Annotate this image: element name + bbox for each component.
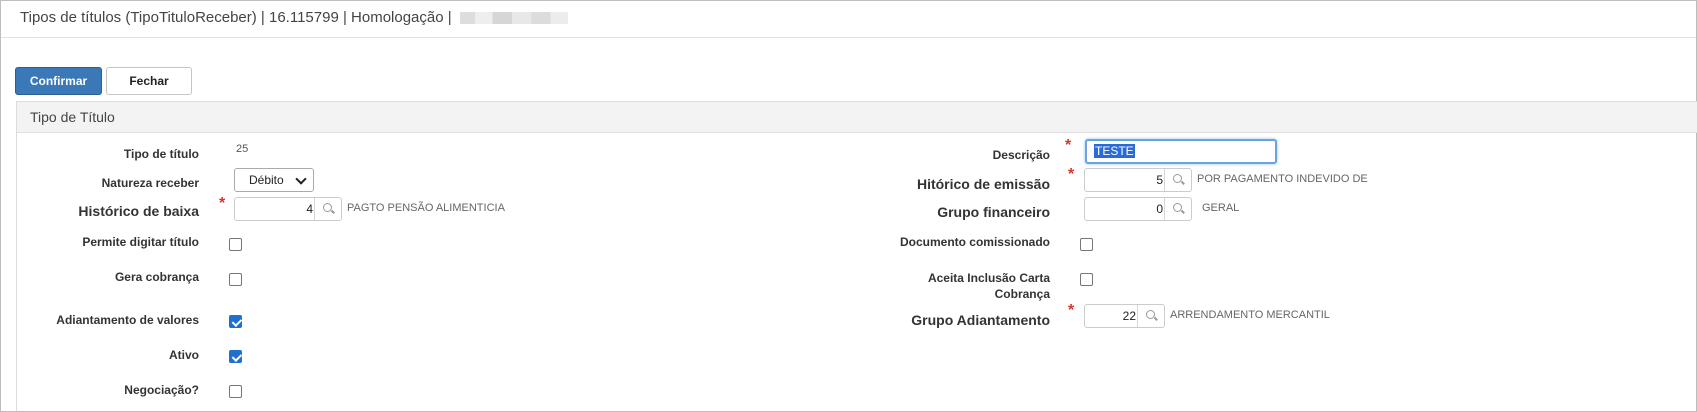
documento-comissionado-checkbox[interactable] — [1080, 238, 1093, 251]
descricao-input[interactable]: TESTE — [1085, 139, 1277, 164]
gera-cobranca-checkbox[interactable] — [229, 273, 242, 286]
close-button[interactable]: Fechar — [106, 67, 192, 95]
natureza-receber-value: Débito — [249, 173, 284, 187]
descricao-value: TESTE — [1094, 144, 1135, 158]
chevron-down-icon — [295, 173, 307, 185]
gera-cobranca-label: Gera cobrança — [114, 270, 199, 284]
aceita-inclusao-label-line1: Aceita Inclusão Carta — [927, 271, 1050, 285]
grupo-financeiro-search-button[interactable] — [1164, 198, 1191, 220]
aceita-inclusao-checkbox[interactable] — [1080, 273, 1093, 286]
tipo-titulo-value: 25 — [236, 143, 249, 155]
aceita-inclusao-label-line2: Cobrança — [994, 287, 1050, 301]
negociacao-label: Negociação? — [124, 383, 199, 397]
historico-emissao-search-button[interactable] — [1164, 169, 1191, 191]
permite-digitar-label: Permite digitar título — [82, 235, 199, 249]
grupo-financeiro-label: Grupo financeiro — [937, 204, 1050, 220]
window-title: Tipos de títulos (TipoTituloReceber) | 1… — [20, 9, 568, 26]
historico-baixa-label: Histórico de baixa — [78, 203, 199, 219]
documento-comissionado-label: Documento comissionado — [899, 235, 1050, 249]
adiantamento-label: Adiantamento de valores — [56, 313, 199, 327]
tipo-titulo-panel: Tipo de Título — [16, 101, 1697, 411]
search-icon — [1173, 203, 1182, 212]
historico-emissao-label: Hitórico de emissão — [916, 176, 1050, 192]
search-icon — [323, 203, 332, 212]
grupo-adiantamento-field[interactable]: 22 — [1084, 304, 1165, 328]
redacted-environment-name — [459, 12, 568, 25]
historico-baixa-description: PAGTO PENSÃO ALIMENTICIA — [347, 202, 505, 214]
grupo-adiantamento-search-button[interactable] — [1137, 305, 1164, 327]
ativo-label: Ativo — [169, 348, 199, 362]
grupo-financeiro-description: GERAL — [1202, 202, 1240, 214]
historico-baixa-field[interactable]: 4 — [234, 197, 342, 221]
ativo-checkbox[interactable] — [229, 350, 242, 363]
grupo-financeiro-field[interactable]: 0 — [1084, 197, 1192, 221]
window-title-text: Tipos de títulos (TipoTituloReceber) | 1… — [20, 9, 452, 26]
negociacao-checkbox[interactable] — [229, 385, 242, 398]
adiantamento-checkbox[interactable] — [229, 315, 242, 328]
required-asterisk: * — [219, 195, 226, 212]
historico-emissao-field[interactable]: 5 — [1084, 168, 1192, 192]
grupo-financeiro-value: 0 — [1156, 202, 1163, 216]
natureza-receber-label: Natureza receber — [101, 176, 199, 190]
grupo-adiantamento-value: 22 — [1122, 309, 1136, 323]
panel-title: Tipo de Título — [17, 102, 1697, 133]
required-asterisk: * — [1065, 137, 1072, 154]
historico-emissao-value: 5 — [1156, 173, 1163, 187]
header-divider — [1, 37, 1696, 38]
required-asterisk: * — [1068, 166, 1075, 183]
required-asterisk: * — [1068, 302, 1075, 319]
historico-emissao-description: POR PAGAMENTO INDEVIDO DE — [1197, 173, 1368, 185]
grupo-adiantamento-label: Grupo Adiantamento — [911, 312, 1050, 328]
aceita-inclusao-label: Aceita Inclusão Carta Cobrança — [928, 270, 1050, 302]
confirm-button[interactable]: Confirmar — [15, 67, 102, 95]
search-icon — [1173, 174, 1182, 183]
historico-baixa-search-button[interactable] — [314, 198, 341, 220]
search-icon — [1146, 310, 1155, 319]
tipo-titulo-label: Tipo de título — [123, 147, 199, 161]
descricao-label: Descrição — [992, 148, 1050, 162]
historico-baixa-value: 4 — [306, 202, 313, 216]
natureza-receber-select[interactable]: Débito — [234, 168, 314, 192]
permite-digitar-checkbox[interactable] — [229, 238, 242, 251]
grupo-adiantamento-description: ARRENDAMENTO MERCANTIL — [1170, 309, 1330, 321]
